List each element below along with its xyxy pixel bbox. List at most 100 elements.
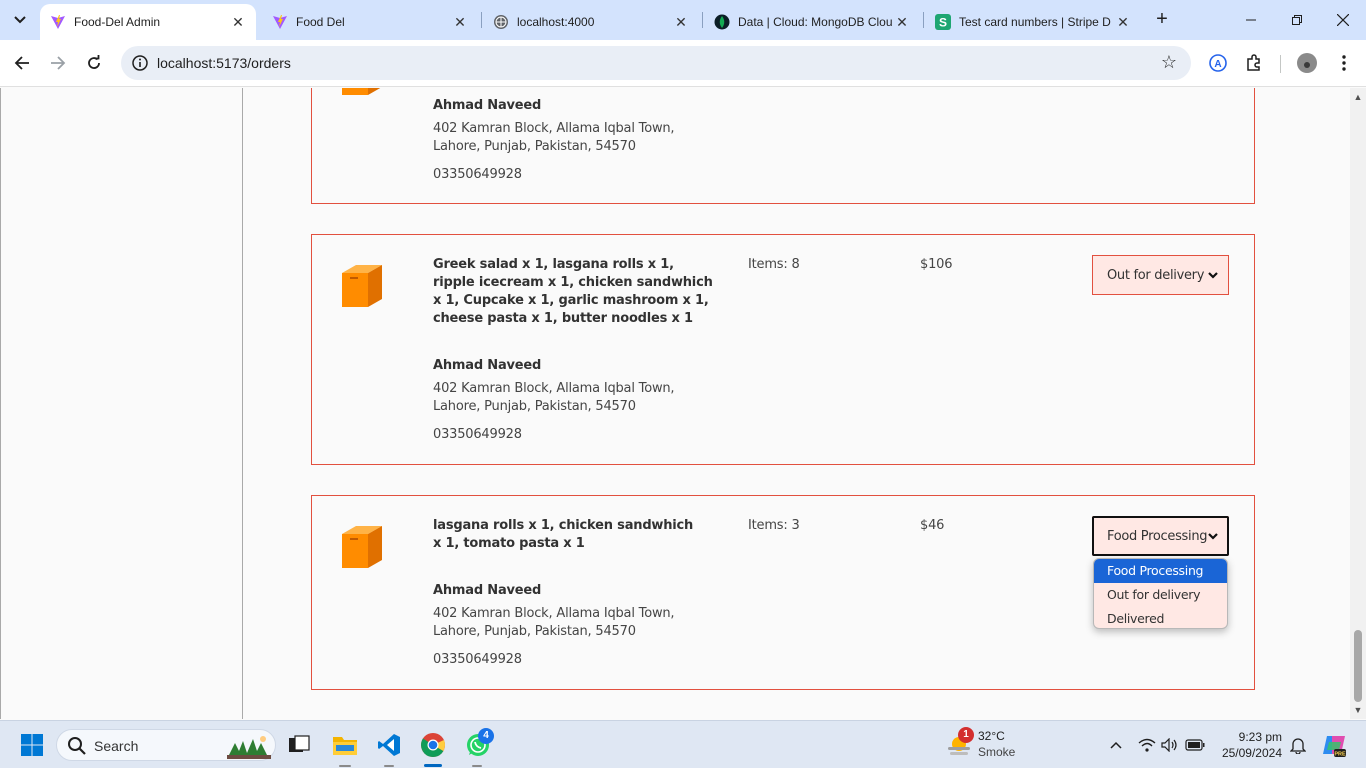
search-label: Search <box>94 738 139 754</box>
back-button[interactable] <box>10 51 34 75</box>
avatar <box>1297 53 1317 73</box>
tab-stripe[interactable]: S Test card numbers | Stripe D ✕ <box>925 4 1141 40</box>
weather-alert-badge: 1 <box>958 727 974 743</box>
taskbar-search[interactable]: Search <box>56 729 276 761</box>
extensions-button[interactable] <box>1242 51 1266 75</box>
tab-close-icon[interactable]: ✕ <box>894 14 910 31</box>
order-status-value: Out for delivery <box>1107 267 1205 283</box>
tab-localhost-4000[interactable]: localhost:4000 ✕ <box>483 4 699 40</box>
tab-close-icon[interactable]: ✕ <box>452 14 468 31</box>
tab-mongodb[interactable]: Data | Cloud: MongoDB Clou ✕ <box>704 4 920 40</box>
puzzle-icon <box>1247 54 1260 71</box>
mongodb-leaf-icon <box>714 14 730 30</box>
vscode-icon <box>378 734 400 756</box>
battery-status[interactable] <box>1185 735 1205 755</box>
volume-status[interactable] <box>1160 735 1180 755</box>
order-status-select[interactable]: Food Processing <box>1092 516 1229 556</box>
browser-toolbar: localhost:5173/orders ☆ A <box>0 40 1366 87</box>
tab-search-button[interactable] <box>8 8 32 32</box>
show-hidden-icons-button[interactable] <box>1106 735 1126 755</box>
status-option-delivered[interactable]: Delivered <box>1094 607 1227 628</box>
arrow-left-icon <box>14 56 29 70</box>
order-items: Greek salad x 1, lasgana rolls x 1, ripp… <box>433 257 713 326</box>
vscode-button[interactable] <box>373 729 405 761</box>
scroll-up-arrow-icon[interactable]: ▲ <box>1353 92 1363 102</box>
site-info-icon[interactable] <box>131 54 149 72</box>
bookmark-star-icon[interactable]: ☆ <box>1161 52 1177 73</box>
start-button[interactable] <box>16 729 48 761</box>
tab-close-icon[interactable]: ✕ <box>1115 14 1131 31</box>
clock-time: 9:23 pm <box>1238 730 1282 744</box>
kebab-menu-icon <box>1342 55 1346 71</box>
scroll-down-arrow-icon[interactable]: ▼ <box>1353 705 1363 715</box>
address-line-1: 402 Kamran Block, Allama Iqbal Town, <box>433 121 675 136</box>
windows-logo-icon <box>21 734 43 756</box>
close-icon <box>1337 14 1349 26</box>
battery-icon <box>1185 739 1205 751</box>
customer-phone: 03350649928 <box>433 427 522 442</box>
copilot-button[interactable]: PRE <box>1318 729 1350 761</box>
minimize-button[interactable] <box>1228 0 1274 40</box>
restore-button[interactable] <box>1274 0 1320 40</box>
customer-address: 402 Kamran Block, Allama Iqbal Town, Lah… <box>433 605 693 641</box>
reload-button[interactable] <box>82 51 106 75</box>
tab-title: Data | Cloud: MongoDB Clou <box>738 15 893 29</box>
scrollbar-thumb[interactable] <box>1354 630 1362 702</box>
arrow-right-icon <box>51 56 66 70</box>
tab-separator <box>702 12 703 28</box>
forward-button[interactable] <box>46 51 70 75</box>
chrome-icon <box>421 733 446 758</box>
status-option-out-for-delivery[interactable]: Out for delivery <box>1094 583 1227 607</box>
task-view-button[interactable] <box>283 729 315 761</box>
profile-button[interactable] <box>1295 51 1319 75</box>
task-view-icon <box>289 735 310 752</box>
running-indicator <box>472 765 482 767</box>
status-dropdown-list: Food Processing Out for delivery Deliver… <box>1093 558 1228 629</box>
weather-widget[interactable]: 1 32°C Smoke <box>946 727 1046 763</box>
order-card: Ahmad Naveed 402 Kamran Block, Allama Iq… <box>311 88 1255 204</box>
bell-icon <box>1290 738 1306 754</box>
order-card: Greek salad x 1, lasgana rolls x 1, ripp… <box>311 234 1255 465</box>
running-indicator <box>339 765 351 767</box>
system-clock[interactable]: 9:23 pm 25/09/2024 <box>1218 729 1282 761</box>
chevron-down-icon <box>14 16 26 24</box>
status-option-food-processing[interactable]: Food Processing <box>1094 559 1227 583</box>
search-highlight-icon <box>227 736 271 759</box>
customer-name: Ahmad Naveed <box>433 358 542 373</box>
reload-icon <box>88 55 100 69</box>
address-line-2: Lahore, Punjab, Pakistan, 54570 <box>433 624 636 639</box>
extension-a-button[interactable]: A <box>1206 51 1230 75</box>
chevron-down-icon <box>1208 533 1218 540</box>
address-line-2: Lahore, Punjab, Pakistan, 54570 <box>433 139 636 154</box>
order-amount: $106 <box>920 257 953 272</box>
url-text[interactable]: localhost:5173/orders <box>157 55 291 71</box>
chrome-button[interactable] <box>417 729 449 761</box>
svg-text:A: A <box>1214 59 1221 70</box>
tab-food-del-admin[interactable]: Food-Del Admin ✕ <box>40 4 256 40</box>
search-icon <box>68 737 86 755</box>
customer-address: 402 Kamran Block, Allama Iqbal Town, Lah… <box>433 120 693 156</box>
wifi-icon <box>1138 738 1156 752</box>
browser-tab-strip: Food-Del Admin ✕ Food Del ✕ localhost:40… <box>0 0 1366 40</box>
customer-phone: 03350649928 <box>433 652 522 667</box>
tab-separator <box>481 12 482 28</box>
page-scrollbar[interactable]: ▲ ▼ <box>1350 88 1366 719</box>
new-tab-button[interactable]: + <box>1150 8 1174 32</box>
wifi-status[interactable] <box>1137 735 1157 755</box>
tab-close-icon[interactable]: ✕ <box>673 14 689 31</box>
browser-menu-button[interactable] <box>1332 51 1356 75</box>
order-status-select[interactable]: Out for delivery <box>1092 255 1229 295</box>
globe-icon <box>493 14 509 30</box>
notifications-button[interactable] <box>1288 735 1308 755</box>
active-app-indicator <box>424 764 442 767</box>
address-bar[interactable]: localhost:5173/orders ☆ <box>121 46 1191 80</box>
tab-title: Food Del <box>296 15 345 29</box>
parcel-icon <box>342 265 382 307</box>
file-explorer-button[interactable] <box>329 729 361 761</box>
tab-close-icon[interactable]: ✕ <box>230 14 246 31</box>
toolbar-divider <box>1280 55 1281 73</box>
close-window-button[interactable] <box>1320 0 1366 40</box>
clock-date: 25/09/2024 <box>1221 746 1282 760</box>
tab-food-del[interactable]: Food Del ✕ <box>262 4 478 40</box>
admin-sidebar <box>0 88 243 719</box>
